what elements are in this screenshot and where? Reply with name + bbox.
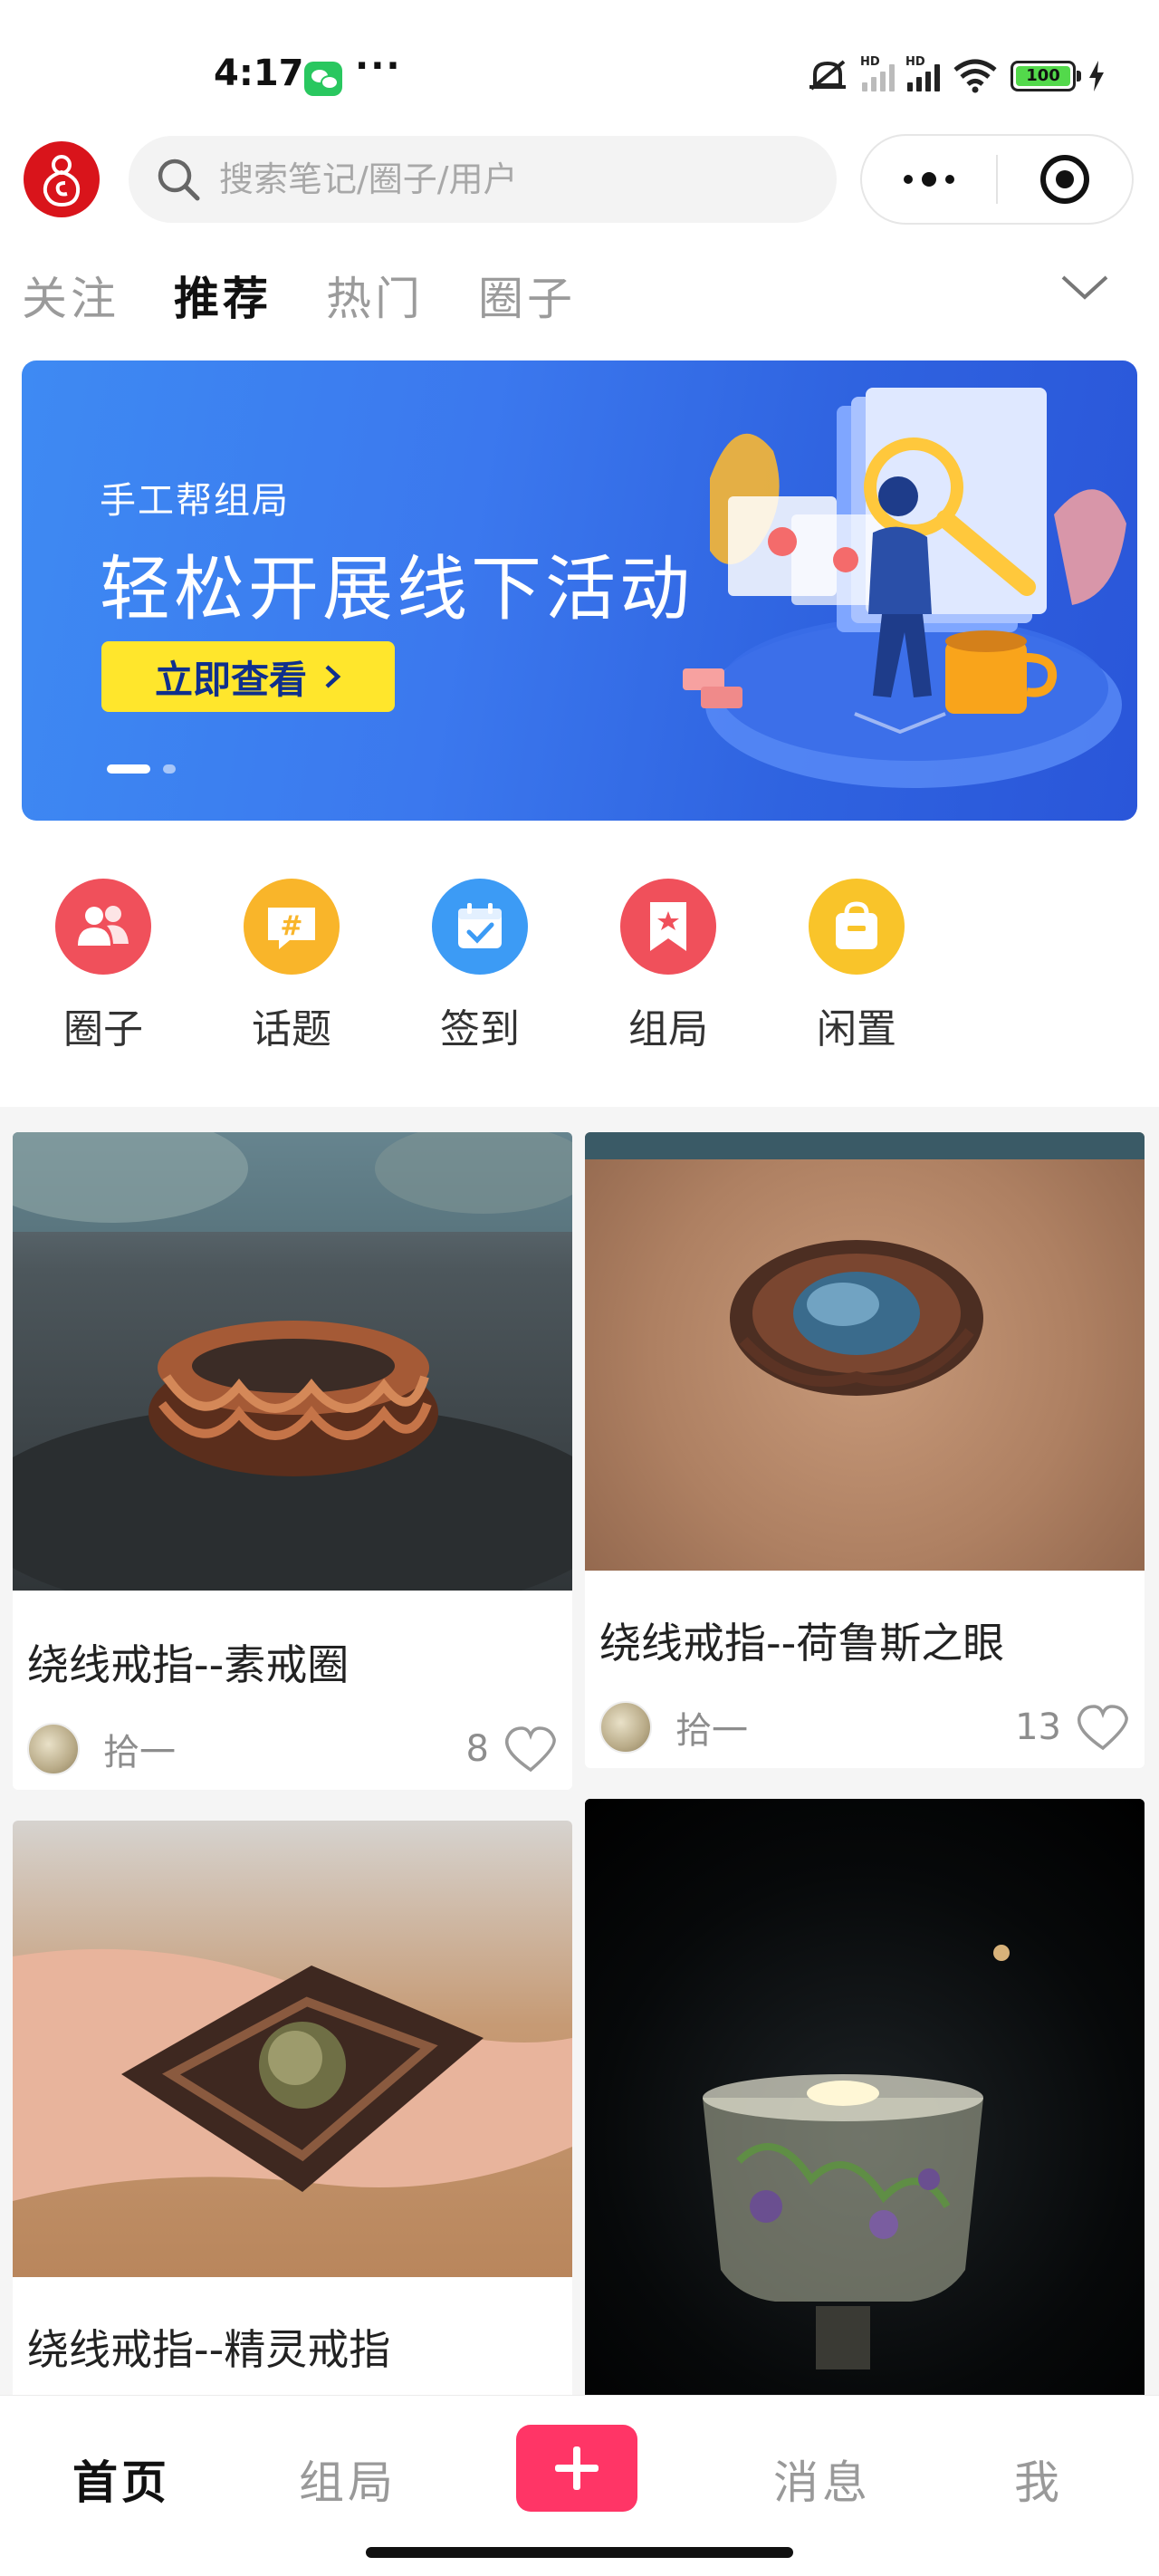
miniprogram-capsule [860,134,1134,225]
mute-bell-icon [809,60,846,91]
post-title: 绕线戒指--素戒圈 [27,1640,350,1689]
quick-entry-circles[interactable]: 圈子 [22,879,185,1054]
cellular-signal-1-icon: HD [860,55,895,91]
chevron-right-icon [325,665,341,688]
charging-icon [1089,61,1104,91]
quick-entry-secondhand[interactable]: 闲置 [775,879,938,1054]
bookmark-star-icon [620,879,716,975]
status-more-indicator: ··· [355,45,402,87]
tab-following[interactable]: 关注 [22,263,120,328]
quick-entry-meetup[interactable]: 组局 [587,879,750,1054]
hashtag-icon: # [244,879,340,975]
promo-banner[interactable]: 手工帮组局 轻松开展线下活动 立即查看 [22,360,1137,821]
post-meta: 拾一 13 [599,1701,1130,1754]
post-image [585,1132,1145,1571]
banner-dot [163,764,176,774]
post-title: 绕线戒指--精灵戒指 [27,2325,391,2374]
banner-subtitle: 手工帮组局 [100,480,290,522]
status-time: 4:17 [214,53,304,94]
quick-entry-label: 圈子 [63,1006,143,1053]
avatar[interactable] [599,1701,652,1754]
post-author[interactable]: 拾一 [675,1701,1015,1754]
banner-view-now-button[interactable]: 立即查看 [101,641,395,712]
post-title: 绕线戒指--荷鲁斯之眼 [599,1619,1005,1668]
banner-pagination [107,764,176,774]
post-image [13,1821,572,2277]
quick-entry-topics[interactable]: # 话题 [210,879,373,1054]
nav-meetup[interactable]: 组局 [299,2446,397,2512]
quick-entry-checkin[interactable]: 签到 [398,879,561,1054]
wechat-notification-icon [304,62,342,96]
target-close-icon [1039,155,1089,204]
heart-icon[interactable] [503,1725,558,1773]
more-menu-button[interactable] [862,136,996,223]
like-count: 13 [1015,1706,1061,1748]
create-post-button[interactable] [516,2425,637,2512]
post-card[interactable]: 绕线戒指--素戒圈 拾一 8 [13,1132,572,1790]
search-input[interactable] [219,159,762,199]
quick-entry-grid: 圈子 # 话题 签到 组局 闲置 [0,879,1159,1060]
post-card[interactable]: 绕线戒指--荷鲁斯之眼 拾一 13 [585,1132,1145,1768]
app-logo-icon [43,155,81,207]
nav-messages[interactable]: 消息 [773,2446,871,2512]
search-bar[interactable] [129,136,837,223]
chevron-down-icon[interactable] [1059,272,1110,303]
nav-home[interactable]: 首页 [72,2446,170,2512]
banner-illustration [683,388,1126,788]
bag-icon [809,879,905,975]
banner-dot-active [107,764,150,774]
banner-button-label: 立即查看 [154,657,307,702]
quick-entry-label: 闲置 [817,1006,896,1053]
home-indicator[interactable] [366,2547,793,2558]
post-feed: 绕线戒指--素戒圈 拾一 8 绕线戒指--荷鲁斯之眼 拾一 13 绕线戒指--精… [0,1129,1159,2397]
post-meta: 拾一 8 [27,1723,558,1775]
close-miniprogram-button[interactable] [998,136,1132,223]
quick-entry-label: 组局 [628,1006,708,1053]
post-image [13,1132,572,1591]
battery-level: 100 [1016,66,1070,86]
heart-icon[interactable] [1076,1703,1130,1752]
people-icon [55,879,151,975]
calendar-check-icon [432,879,528,975]
app-logo[interactable] [24,141,100,217]
status-icons: HD HD 100 [806,55,1105,94]
like-count: 8 [465,1728,489,1770]
post-image [585,1799,1145,2397]
post-card[interactable] [585,1799,1145,2397]
banner-title: 轻松开展线下活动 [100,549,694,630]
battery-icon: 100 [1011,61,1081,91]
category-tabs: 关注 推荐 热门 圈子 [22,263,576,328]
cellular-signal-2-icon: HD [905,55,940,91]
avatar[interactable] [27,1723,80,1775]
status-bar: 4:17 ··· HD HD 100 [0,0,1159,136]
quick-entry-label: 话题 [252,1006,331,1053]
quick-entry-label: 签到 [440,1006,520,1053]
wifi-icon [953,59,997,93]
tab-circles[interactable]: 圈子 [478,263,576,328]
tab-hot[interactable]: 热门 [326,263,424,328]
search-icon [158,159,200,201]
plus-icon [555,2446,599,2490]
svg-text:#: # [280,910,302,942]
post-card[interactable]: 绕线戒指--精灵戒指 [13,1821,572,2397]
tab-recommended[interactable]: 推荐 [174,263,272,328]
section-divider [0,1107,1159,1129]
nav-me[interactable]: 我 [1014,2446,1063,2512]
post-author[interactable]: 拾一 [103,1723,466,1775]
